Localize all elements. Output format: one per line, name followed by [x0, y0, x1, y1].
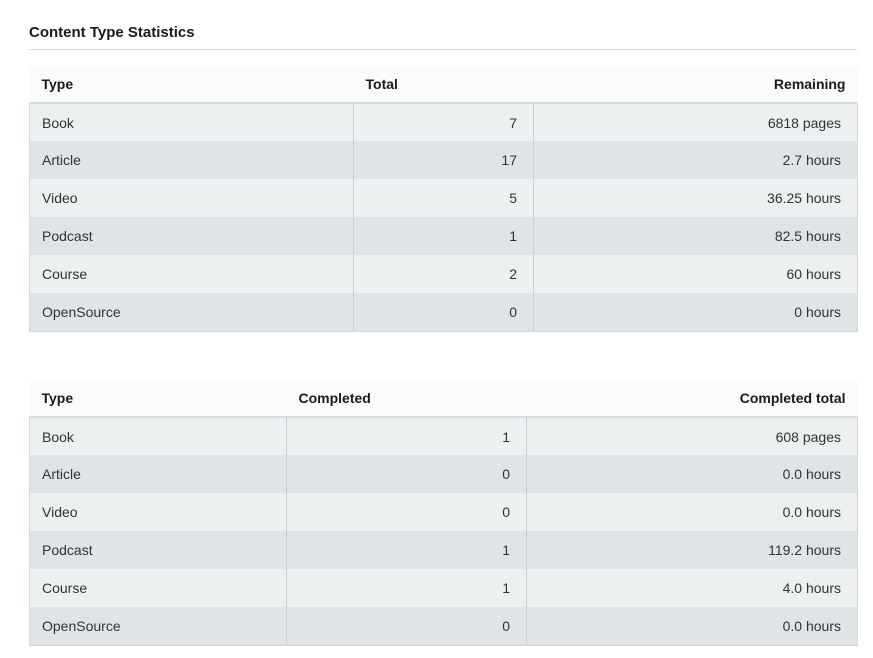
table-row: Book 1 608 pages [29, 417, 858, 455]
section-title: Content Type Statistics [29, 24, 195, 41]
table-row: OpenSource 0 0.0 hours [29, 607, 858, 646]
table-header-row: Type Completed Completed total [29, 380, 858, 418]
table-header-row: Type Total Remaining [29, 66, 858, 104]
remaining-cell: 36.25 hours [533, 179, 858, 217]
type-cell: Book [29, 103, 354, 141]
column-header-type[interactable]: Type [29, 380, 287, 418]
remaining-cell: 60 hours [533, 255, 858, 293]
completed-table: Type Completed Completed total Book 1 60… [29, 380, 858, 646]
table-row: Podcast 1 82.5 hours [29, 217, 858, 255]
column-header-completed-total[interactable]: Completed total [526, 380, 858, 418]
column-header-remaining[interactable]: Remaining [533, 66, 858, 104]
table-row: Course 2 60 hours [29, 255, 858, 293]
type-cell: Podcast [29, 217, 354, 255]
completed-cell: 0 [286, 607, 527, 646]
table-row: Podcast 1 119.2 hours [29, 531, 858, 569]
completed-cell: 1 [286, 531, 527, 569]
remaining-cell: 2.7 hours [533, 141, 858, 179]
content-type-statistics-page: Content Type Statistics Type Total Remai… [0, 0, 873, 658]
type-cell: Course [29, 255, 354, 293]
title-divider [29, 49, 857, 50]
total-cell: 17 [353, 141, 534, 179]
table-row: Book 7 6818 pages [29, 103, 858, 141]
completed-cell: 1 [286, 417, 527, 455]
column-header-total[interactable]: Total [353, 66, 534, 104]
table-row: Course 1 4.0 hours [29, 569, 858, 607]
completed-total-cell: 0.0 hours [526, 455, 858, 493]
completed-cell: 0 [286, 455, 527, 493]
table-row: OpenSource 0 0 hours [29, 293, 858, 332]
remaining-cell: 0 hours [533, 293, 858, 332]
totals-table: Type Total Remaining Book 7 6818 pages A… [29, 66, 858, 332]
remaining-cell: 6818 pages [533, 103, 858, 141]
type-cell: Podcast [29, 531, 287, 569]
type-cell: Course [29, 569, 287, 607]
table-row: Video 5 36.25 hours [29, 179, 858, 217]
completed-total-cell: 0.0 hours [526, 607, 858, 646]
total-cell: 2 [353, 255, 534, 293]
type-cell: OpenSource [29, 293, 354, 332]
type-cell: Video [29, 493, 287, 531]
completed-total-cell: 0.0 hours [526, 493, 858, 531]
total-cell: 1 [353, 217, 534, 255]
total-cell: 7 [353, 103, 534, 141]
type-cell: Article [29, 141, 354, 179]
type-cell: OpenSource [29, 607, 287, 646]
table-row: Video 0 0.0 hours [29, 493, 858, 531]
column-header-completed[interactable]: Completed [286, 380, 527, 418]
table-row: Article 17 2.7 hours [29, 141, 858, 179]
column-header-type[interactable]: Type [29, 66, 354, 104]
type-cell: Video [29, 179, 354, 217]
type-cell: Article [29, 455, 287, 493]
completed-cell: 0 [286, 493, 527, 531]
completed-cell: 1 [286, 569, 527, 607]
type-cell: Book [29, 417, 287, 455]
completed-total-cell: 608 pages [526, 417, 858, 455]
remaining-cell: 82.5 hours [533, 217, 858, 255]
total-cell: 0 [353, 293, 534, 332]
total-cell: 5 [353, 179, 534, 217]
completed-total-cell: 119.2 hours [526, 531, 858, 569]
completed-total-cell: 4.0 hours [526, 569, 858, 607]
table-row: Article 0 0.0 hours [29, 455, 858, 493]
